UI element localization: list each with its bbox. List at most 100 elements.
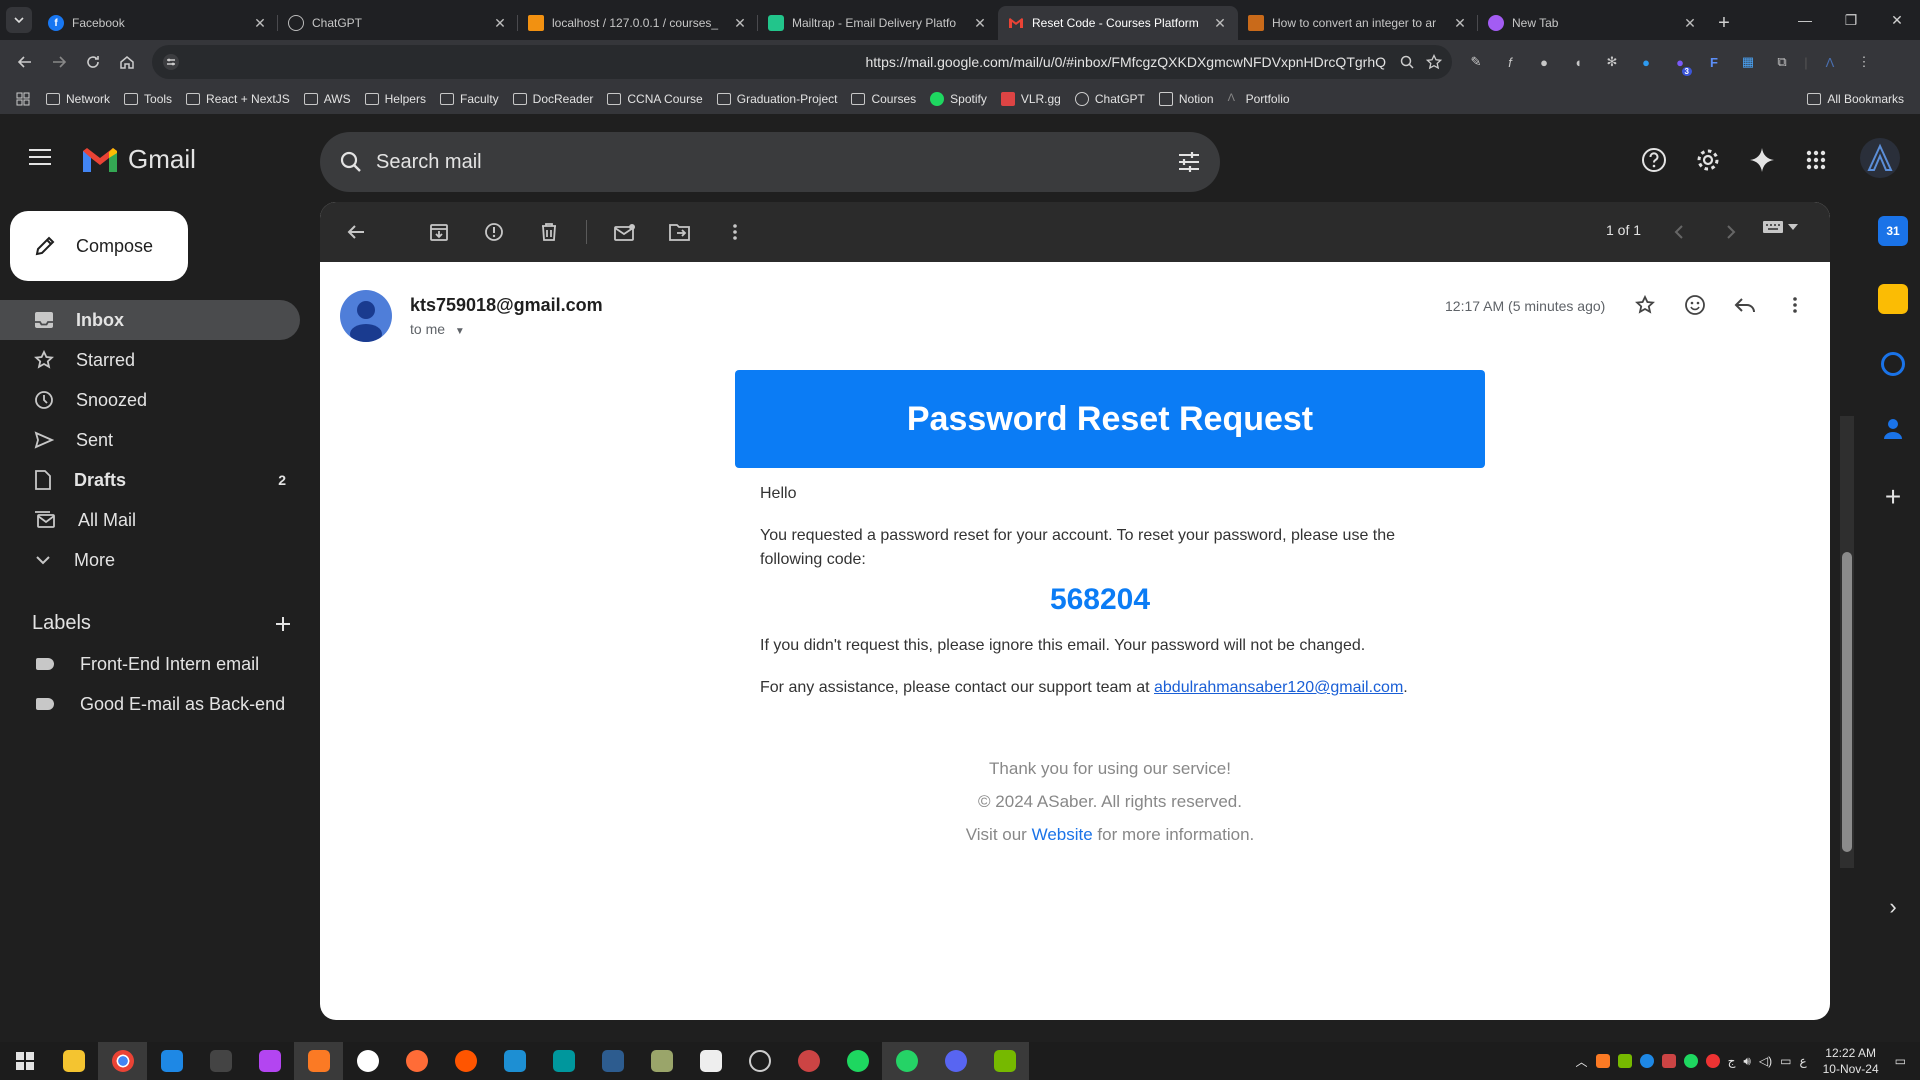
arduino-icon[interactable] [539,1042,588,1080]
xampp-icon[interactable] [294,1042,343,1080]
bookmark-graduation-project[interactable]: Graduation-Project [716,92,837,106]
phpstorm-icon[interactable] [245,1042,294,1080]
close-tab-icon[interactable]: ✕ [972,15,988,32]
bookmark-react-nextjs[interactable]: React + NextJS [186,92,290,106]
home-icon[interactable] [110,45,144,79]
close-window-icon[interactable]: ✕ [1874,0,1920,40]
colorpicker-ext-icon[interactable]: ✎ [1462,48,1490,76]
search-options-icon[interactable] [1178,152,1200,172]
gmail-logo[interactable]: Gmail [80,144,196,175]
nav-drafts[interactable]: Drafts 2 [0,460,300,500]
more-vertical-icon[interactable] [717,214,753,250]
record-tray-icon[interactable] [1705,1054,1720,1068]
spotify-tray-icon[interactable] [1683,1054,1698,1068]
tasks-icon[interactable] [1881,352,1905,376]
sender-email[interactable]: kts759018@gmail.com [410,295,603,316]
bookmark-spotify[interactable]: Spotify [930,92,987,106]
account-avatar[interactable] [1860,138,1900,178]
bookmark-notion[interactable]: Notion [1158,92,1214,106]
language-indicator-icon[interactable]: ج [1728,1054,1736,1068]
xampp-tray-icon[interactable] [1595,1054,1610,1068]
search-icon[interactable] [340,151,362,173]
delete-trash-icon[interactable] [531,214,567,250]
keep-icon[interactable] [1878,284,1908,314]
tab-search-button[interactable] [6,7,32,33]
steam-like-icon[interactable] [784,1042,833,1080]
bookmark-faculty[interactable]: Faculty [439,92,499,106]
search-input[interactable] [376,150,1178,174]
windows-start-icon[interactable] [0,1042,49,1080]
tab-chatgpt[interactable]: ChatGPT ✕ [278,6,518,40]
back-to-inbox-icon[interactable] [338,214,374,250]
older-chevron-right-icon[interactable] [1712,216,1748,248]
restore-icon[interactable]: ❐ [1828,0,1874,40]
add-addon-icon[interactable]: + [1878,482,1908,512]
message-scrollbar[interactable] [1840,416,1854,868]
bookmark-helpers[interactable]: Helpers [364,92,426,106]
discord-icon[interactable] [931,1042,980,1080]
tab-reset-code[interactable]: Reset Code - Courses Platform ✕ [998,6,1238,40]
notifications-icon[interactable]: ▭ [1895,1054,1906,1068]
archive-icon[interactable] [421,214,457,250]
puzzle-icon[interactable]: ⧉ [1768,48,1796,76]
tab-new-tab[interactable]: New Tab ✕ [1478,6,1708,40]
website-link[interactable]: Website [1032,825,1093,844]
close-tab-icon[interactable]: ✕ [1682,15,1698,32]
reload-icon[interactable] [76,45,110,79]
address-bar[interactable]: https://mail.google.com/mail/u/0/#inbox/… [152,45,1452,79]
back-icon[interactable] [8,45,42,79]
minimize-icon[interactable]: — [1782,0,1828,40]
close-tab-icon[interactable]: ✕ [732,15,748,32]
mongodb-icon[interactable] [343,1042,392,1080]
settings-gear-icon[interactable] [1690,142,1726,178]
nvidia-icon[interactable] [980,1042,1029,1080]
help-icon[interactable] [1636,142,1672,178]
apps-grid-icon[interactable] [16,92,30,106]
whatsapp-icon[interactable] [882,1042,931,1080]
label-item[interactable]: Good E-mail as Back-end [0,684,300,724]
app-tray-icon[interactable] [1639,1054,1654,1068]
vscode-icon[interactable] [147,1042,196,1080]
mathcad-icon[interactable] [686,1042,735,1080]
scrollbar-thumb[interactable] [1842,552,1852,852]
colorful-ext-icon[interactable]: ▦ [1734,48,1762,76]
speaker-icon[interactable]: ◁) [1759,1054,1772,1068]
forward-icon[interactable] [42,45,76,79]
close-tab-icon[interactable]: ✕ [252,15,268,32]
zoom-icon[interactable] [1400,55,1414,69]
google-apps-grid-icon[interactable] [1798,142,1834,178]
security-tray-icon[interactable] [1661,1054,1676,1068]
edge-ext-icon[interactable]: ● [1632,48,1660,76]
tab-stackoverflow[interactable]: How to convert an integer to ar ✕ [1238,6,1478,40]
bookmark-network[interactable]: Network [46,92,110,106]
gemini-sparkle-icon[interactable] [1744,142,1780,178]
input-tools-button[interactable] [1762,220,1798,234]
more-vertical-icon[interactable] [1780,290,1810,320]
reply-icon[interactable] [1730,290,1760,320]
tab-phpmyadmin[interactable]: localhost / 127.0.0.1 / courses_ ✕ [518,6,758,40]
soundcloud-icon[interactable] [441,1042,490,1080]
fx-ext-icon[interactable]: f [1496,48,1524,76]
react-ext-icon[interactable]: ✻ [1598,48,1626,76]
site-info-icon[interactable] [162,53,180,71]
close-tab-icon[interactable]: ✕ [1452,15,1468,32]
sender-avatar[interactable] [340,290,392,342]
star-icon[interactable] [1630,290,1660,320]
nav-all-mail[interactable]: All Mail [0,500,300,540]
nav-more[interactable]: More [0,540,300,580]
volume-icon[interactable]: 🔊︎ [1743,1054,1751,1069]
bookmark-star-icon[interactable] [1426,54,1442,70]
chrome-icon[interactable] [98,1042,147,1080]
show-hidden-icons-chevron-icon[interactable]: ︿ [1576,1053,1588,1070]
all-bookmarks[interactable]: All Bookmarks [1807,92,1904,106]
cookie-ext-icon[interactable]: ● [1530,48,1558,76]
postman-icon[interactable] [392,1042,441,1080]
bookmark-chatgpt[interactable]: ChatGPT [1074,92,1145,106]
tab-facebook[interactable]: f Facebook ✕ [38,6,278,40]
nav-snoozed[interactable]: Snoozed [0,380,300,420]
audio-ext-icon[interactable]: ◖ [1564,48,1592,76]
emoji-react-icon[interactable] [1680,290,1710,320]
bookmark-portfolio[interactable]: Ʌ Portfolio [1228,92,1290,106]
more-vertical-icon[interactable]: ⋮ [1850,48,1878,76]
close-tab-icon[interactable]: ✕ [492,15,508,32]
